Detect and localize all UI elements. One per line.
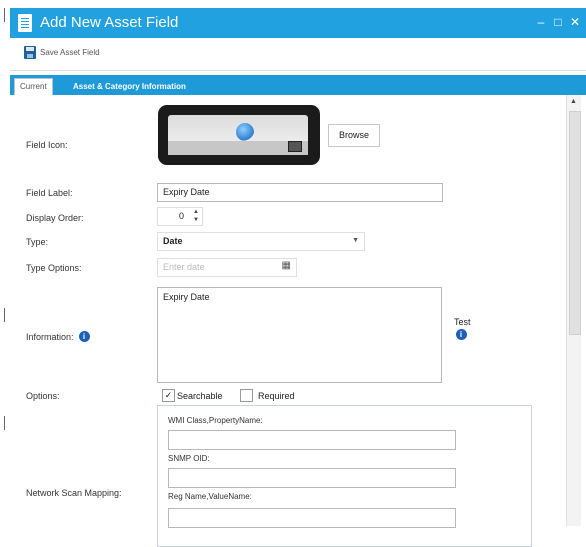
preview-icon (288, 141, 302, 152)
network-scan-mapping-label: Network Scan Mapping: (26, 488, 122, 498)
test-link[interactable]: Test i (454, 317, 471, 340)
save-asset-field-button[interactable]: Save Asset Field (24, 46, 100, 59)
field-icon-preview[interactable] (158, 105, 320, 165)
orb-icon (236, 123, 254, 141)
stepper-up-icon[interactable]: ▲ (193, 209, 199, 215)
toolbar: Save Asset Field (10, 38, 586, 71)
information-textarea[interactable]: Expiry Date (157, 287, 442, 383)
type-selected-value: Date (163, 236, 183, 246)
wmi-input[interactable] (168, 430, 456, 450)
window-controls: – □ ✕ (536, 15, 580, 29)
required-checkbox[interactable] (240, 389, 253, 402)
searchable-checkbox[interactable]: ✓ (162, 389, 175, 402)
stepper-down-icon[interactable]: ▼ (193, 217, 199, 223)
edge-marker (4, 8, 5, 22)
chevron-down-icon: ▼ (352, 237, 359, 244)
field-label-input[interactable]: Expiry Date (157, 183, 443, 202)
minimize-button[interactable]: – (536, 15, 546, 29)
date-placeholder: Enter date (163, 262, 205, 272)
window-titlebar: Add New Asset Field – □ ✕ (10, 8, 586, 38)
snmp-label: SNMP OID: (168, 454, 210, 463)
searchable-label: Searchable (177, 391, 223, 401)
reg-input[interactable] (168, 508, 456, 528)
preview-image (168, 115, 308, 155)
type-options-label: Type Options: (26, 263, 82, 273)
type-select[interactable]: Date ▼ (157, 232, 365, 251)
floppy-disk-icon (24, 46, 36, 59)
tab-current[interactable]: Current (14, 78, 53, 96)
type-label: Type: (26, 237, 49, 247)
snmp-input[interactable] (168, 468, 456, 488)
type-options-date-input[interactable]: Enter date ▦ (157, 258, 297, 277)
form-content: Field Icon: Browse Field Label: Expiry D… (10, 95, 566, 547)
display-order-label: Display Order: (26, 213, 84, 223)
tab-asset-category-information[interactable]: Asset & Category Information (68, 79, 191, 95)
save-label: Save Asset Field (40, 48, 100, 57)
browse-button[interactable]: Browse (328, 124, 380, 147)
left-edge (0, 8, 10, 526)
wmi-label: WMI Class,PropertyName: (168, 416, 263, 425)
edge-marker (4, 416, 5, 430)
information-label: Information: (26, 331, 74, 342)
vertical-scrollbar[interactable]: ▲ (566, 95, 581, 526)
document-icon (18, 14, 32, 32)
close-button[interactable]: ✕ (570, 15, 580, 29)
options-label: Options: (26, 391, 60, 401)
window-title: Add New Asset Field (40, 14, 179, 31)
maximize-button[interactable]: □ (553, 15, 563, 29)
info-icon[interactable]: i (78, 331, 90, 342)
field-label-label: Field Label: (26, 188, 73, 198)
scrollbar-thumb[interactable] (569, 111, 581, 335)
edge-marker (4, 308, 5, 322)
tab-bar: Current Asset & Category Information (10, 75, 586, 96)
test-label: Test (454, 317, 471, 327)
field-icon-label: Field Icon: (26, 140, 68, 150)
calendar-icon[interactable]: ▦ (282, 258, 291, 274)
info-icon[interactable]: i (455, 329, 467, 340)
reg-label: Reg Name,ValueName: (168, 492, 252, 501)
required-label: Required (258, 391, 295, 401)
scroll-up-icon[interactable]: ▲ (570, 98, 577, 105)
information-label-row: Information: i (26, 331, 90, 342)
